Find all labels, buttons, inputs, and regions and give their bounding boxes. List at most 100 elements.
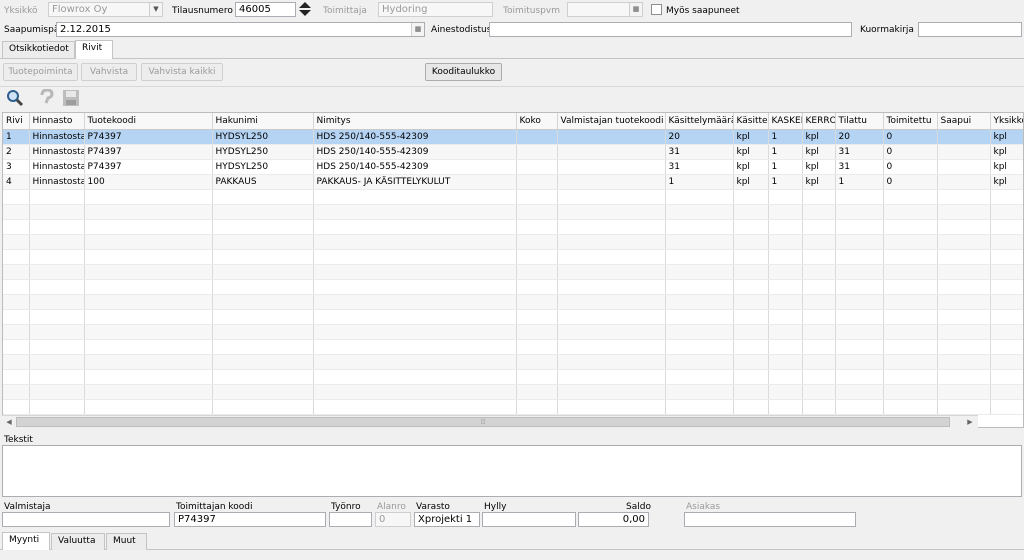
table-row[interactable] bbox=[3, 294, 1023, 310]
table-row[interactable] bbox=[3, 234, 1023, 250]
table-cell[interactable]: kpl bbox=[802, 144, 836, 160]
table-cell[interactable] bbox=[3, 369, 30, 385]
table-cell[interactable] bbox=[937, 354, 991, 370]
table-cell[interactable] bbox=[557, 384, 666, 400]
table-cell[interactable]: P74397 bbox=[84, 144, 213, 160]
table-cell[interactable] bbox=[3, 309, 30, 325]
table-cell[interactable] bbox=[516, 129, 558, 145]
table-cell[interactable] bbox=[212, 294, 314, 310]
table-cell[interactable] bbox=[29, 189, 85, 205]
table-cell[interactable] bbox=[84, 324, 213, 340]
table-cell[interactable] bbox=[990, 234, 1023, 250]
table-cell[interactable] bbox=[802, 219, 836, 235]
table-cell[interactable]: Hinnastosta bbox=[29, 129, 85, 145]
table-cell[interactable] bbox=[733, 264, 769, 280]
yksikko-select[interactable]: Flowrox Oy ▼ bbox=[48, 2, 163, 17]
table-cell[interactable] bbox=[665, 339, 734, 355]
table-cell[interactable] bbox=[313, 249, 517, 265]
alanro-field[interactable]: 0 bbox=[375, 512, 411, 527]
table-cell[interactable]: Hinnastosta bbox=[29, 144, 85, 160]
table-row[interactable] bbox=[3, 249, 1023, 265]
table-cell[interactable]: P74397 bbox=[84, 159, 213, 175]
table-cell[interactable] bbox=[557, 399, 666, 415]
table-cell[interactable] bbox=[937, 189, 991, 205]
table-cell[interactable] bbox=[733, 294, 769, 310]
table-cell[interactable] bbox=[3, 294, 30, 310]
toimituspvm-field[interactable]: ▦ bbox=[567, 2, 643, 17]
table-cell[interactable] bbox=[557, 144, 666, 160]
table-cell[interactable] bbox=[937, 399, 991, 415]
table-cell[interactable] bbox=[212, 309, 314, 325]
table-cell[interactable] bbox=[835, 294, 884, 310]
table-cell[interactable] bbox=[990, 294, 1023, 310]
table-cell[interactable] bbox=[3, 279, 30, 295]
table-cell[interactable] bbox=[557, 369, 666, 385]
table-cell[interactable] bbox=[802, 294, 836, 310]
table-cell[interactable] bbox=[768, 204, 803, 220]
table-cell[interactable] bbox=[516, 384, 558, 400]
table-cell[interactable] bbox=[29, 204, 85, 220]
table-row[interactable] bbox=[3, 279, 1023, 295]
table-cell[interactable] bbox=[212, 384, 314, 400]
toimittaja-field[interactable]: Hydoring bbox=[378, 2, 493, 17]
table-cell[interactable]: 31 bbox=[835, 144, 884, 160]
table-cell[interactable] bbox=[29, 234, 85, 250]
table-cell[interactable] bbox=[516, 399, 558, 415]
table-cell[interactable]: 1 bbox=[768, 174, 803, 190]
table-cell[interactable] bbox=[84, 309, 213, 325]
table-cell[interactable] bbox=[990, 339, 1023, 355]
table-cell[interactable]: kpl bbox=[990, 129, 1023, 145]
table-cell[interactable] bbox=[212, 279, 314, 295]
table-cell[interactable]: 1 bbox=[3, 129, 30, 145]
table-cell[interactable] bbox=[990, 384, 1023, 400]
varasto-field[interactable]: Xprojekti 1 bbox=[414, 512, 480, 527]
table-cell[interactable] bbox=[937, 339, 991, 355]
table-row[interactable]: 1 Hinnastosta P74397 HYDSYL250 HDS 250/140-5… bbox=[3, 129, 1023, 145]
col-header-koko[interactable]: Koko bbox=[516, 113, 558, 130]
table-cell[interactable] bbox=[990, 369, 1023, 385]
saldo-field[interactable]: 0,00 bbox=[578, 512, 649, 527]
table-cell[interactable] bbox=[3, 264, 30, 280]
table-cell[interactable] bbox=[665, 234, 734, 250]
table-cell[interactable] bbox=[733, 309, 769, 325]
table-cell[interactable] bbox=[557, 219, 666, 235]
table-row[interactable] bbox=[3, 399, 1023, 415]
scroll-right-icon[interactable]: ▶ bbox=[964, 417, 976, 427]
table-cell[interactable] bbox=[990, 399, 1023, 415]
table-cell[interactable] bbox=[665, 354, 734, 370]
table-cell[interactable] bbox=[516, 204, 558, 220]
table-cell[interactable] bbox=[557, 129, 666, 145]
tab-rivit[interactable]: Rivit bbox=[75, 40, 113, 59]
table-row[interactable]: 3 Hinnastosta P74397 HYDSYL250 HDS 250/140-5… bbox=[3, 159, 1023, 175]
table-cell[interactable]: kpl bbox=[733, 174, 769, 190]
table-cell[interactable] bbox=[29, 339, 85, 355]
table-cell[interactable] bbox=[883, 219, 938, 235]
table-cell[interactable]: 1 bbox=[835, 174, 884, 190]
table-cell[interactable] bbox=[937, 159, 991, 175]
table-cell[interactable] bbox=[313, 369, 517, 385]
hylly-field[interactable] bbox=[482, 512, 576, 527]
table-cell[interactable] bbox=[84, 354, 213, 370]
table-cell[interactable]: 20 bbox=[665, 129, 734, 145]
table-cell[interactable] bbox=[937, 324, 991, 340]
table-cell[interactable] bbox=[3, 354, 30, 370]
table-cell[interactable]: kpl bbox=[990, 159, 1023, 175]
table-cell[interactable] bbox=[835, 234, 884, 250]
table-cell[interactable] bbox=[990, 189, 1023, 205]
table-cell[interactable] bbox=[516, 174, 558, 190]
table-cell[interactable] bbox=[313, 324, 517, 340]
table-cell[interactable] bbox=[516, 294, 558, 310]
table-cell[interactable] bbox=[3, 189, 30, 205]
table-cell[interactable] bbox=[665, 384, 734, 400]
table-cell[interactable] bbox=[665, 219, 734, 235]
table-cell[interactable] bbox=[802, 189, 836, 205]
table-cell[interactable] bbox=[733, 399, 769, 415]
tekstit-textarea[interactable] bbox=[2, 445, 1022, 497]
ainestodistus-field[interactable] bbox=[489, 22, 852, 37]
table-cell[interactable]: 0 bbox=[883, 129, 938, 145]
table-cell[interactable] bbox=[516, 144, 558, 160]
table-cell[interactable] bbox=[768, 234, 803, 250]
table-cell[interactable] bbox=[835, 219, 884, 235]
table-cell[interactable] bbox=[516, 354, 558, 370]
table-cell[interactable] bbox=[990, 264, 1023, 280]
